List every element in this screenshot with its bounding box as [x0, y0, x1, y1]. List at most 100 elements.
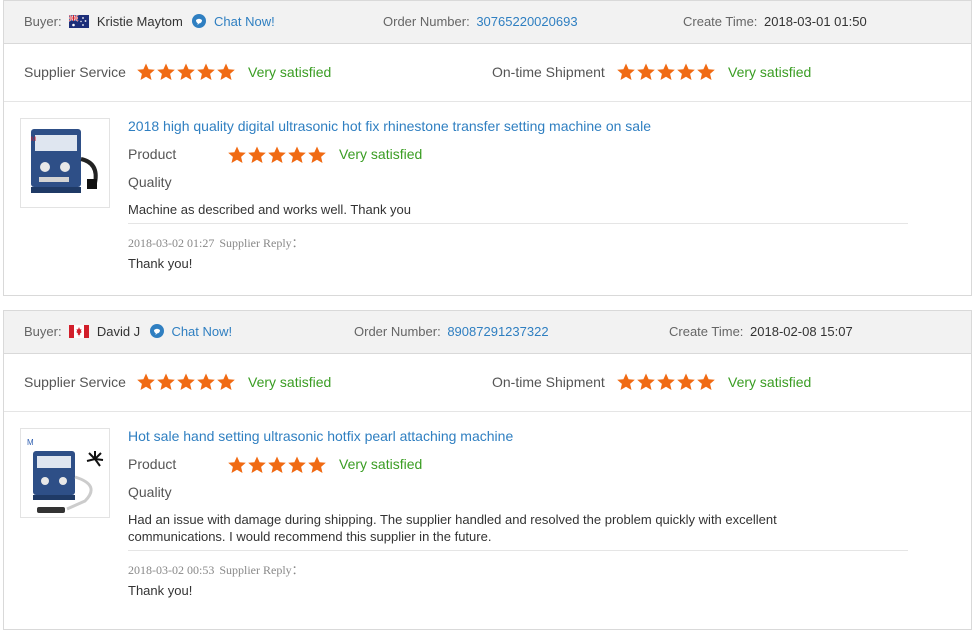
product-stars: [228, 456, 328, 474]
buyer-info: Buyer: Kristie Maytom Chat Now!: [24, 1, 275, 43]
star-icon: [288, 456, 306, 473]
supplier-reply-label: Supplier Reply：: [219, 563, 304, 577]
star-icon: [137, 373, 155, 390]
star-icon: [177, 373, 195, 390]
review-card: Buyer: Kristie Maytom Chat Now! Order Nu…: [3, 0, 972, 296]
star-icon: [657, 63, 675, 80]
on-time-shipment-stars: [617, 373, 717, 391]
star-icon: [248, 146, 266, 163]
star-icon: [217, 373, 235, 390]
buyer-label: Buyer:: [24, 14, 62, 29]
canada-flag-icon: [69, 325, 90, 338]
star-icon: [308, 456, 326, 473]
product-title-link[interactable]: 2018 high quality digital ultrasonic hot…: [128, 118, 651, 134]
quality-label: Quality: [128, 484, 172, 500]
star-icon: [637, 373, 655, 390]
star-icon: [248, 456, 266, 473]
product-label: Product: [128, 146, 177, 162]
star-icon: [137, 63, 155, 80]
chat-icon[interactable]: [149, 324, 164, 338]
supplier-reply-text: Thank you!: [128, 256, 193, 271]
seller-ratings-row: Supplier Service Very satisfied On-time …: [4, 43, 971, 102]
product-label: Product: [128, 456, 177, 472]
buyer-name: David J: [96, 324, 141, 339]
chat-now-link[interactable]: Chat Now!: [214, 14, 275, 29]
create-time-info: Create Time: 2018-02-08 15:07: [669, 311, 853, 353]
star-icon: [617, 63, 635, 80]
product-thumbnail[interactable]: M: [20, 428, 110, 518]
star-icon: [697, 63, 715, 80]
on-time-shipment-rating: Very satisfied: [728, 64, 812, 80]
star-icon: [677, 373, 695, 390]
product-stars: [228, 146, 328, 164]
hand-setting-machine-image: M: [27, 438, 104, 513]
ultrasonic-machine-image: M: [31, 129, 98, 193]
order-info: Order Number: 30765220020693: [383, 1, 578, 43]
star-icon: [268, 146, 286, 163]
buyer-name: Kristie Maytom: [96, 14, 183, 29]
order-number-link[interactable]: 89087291237322: [447, 324, 548, 339]
create-time-value: 2018-02-08 15:07: [750, 324, 853, 339]
star-icon: [228, 146, 246, 163]
supplier-reply-meta: 2018-03-02 01:27 Supplier Reply：: [128, 234, 304, 251]
order-info: Order Number: 89087291237322: [354, 311, 549, 353]
supplier-service-label: Supplier Service: [24, 374, 126, 390]
star-icon: [268, 456, 286, 473]
star-icon: [197, 373, 215, 390]
supplier-service-rating: Very satisfied: [248, 374, 332, 390]
chat-now-link[interactable]: Chat Now!: [171, 324, 232, 339]
order-number-label: Order Number:: [383, 14, 470, 29]
chat-icon[interactable]: [192, 14, 207, 28]
create-time-info: Create Time: 2018-03-01 01:50: [683, 1, 867, 43]
star-icon: [617, 373, 635, 390]
order-number-label: Order Number:: [354, 324, 441, 339]
create-time-label: Create Time:: [669, 324, 744, 339]
product-thumbnail[interactable]: M: [20, 118, 110, 208]
star-icon: [228, 456, 246, 473]
supplier-service-stars: [137, 373, 237, 391]
svg-text:M: M: [27, 438, 34, 447]
star-icon: [177, 63, 195, 80]
product-rating: Very satisfied: [339, 146, 423, 162]
on-time-shipment-label: On-time Shipment: [492, 374, 605, 390]
divider: [128, 550, 908, 551]
buyer-comment: Had an issue with damage during shipping…: [128, 512, 777, 544]
star-icon: [697, 373, 715, 390]
supplier-reply-meta: 2018-03-02 00:53 Supplier Reply：: [128, 561, 304, 578]
star-icon: [217, 63, 235, 80]
on-time-shipment-label: On-time Shipment: [492, 64, 605, 80]
on-time-shipment-stars: [617, 63, 717, 81]
star-icon: [637, 63, 655, 80]
star-icon: [308, 146, 326, 163]
buyer-info: Buyer: David J Chat Now!: [24, 311, 232, 353]
star-icon: [677, 63, 695, 80]
on-time-shipment-rating: Very satisfied: [728, 374, 812, 390]
buyer-label: Buyer:: [24, 324, 62, 339]
order-number-link[interactable]: 30765220020693: [476, 14, 577, 29]
star-icon: [157, 63, 175, 80]
supplier-service-rating: Very satisfied: [248, 64, 332, 80]
review-card: Buyer: David J Chat Now! Order Number: 8…: [3, 310, 972, 630]
seller-ratings-row: Supplier Service Very satisfied On-time …: [4, 353, 971, 412]
reply-time: 2018-03-02 01:27: [128, 236, 215, 250]
divider: [128, 223, 908, 224]
supplier-reply-text: Thank you!: [128, 583, 193, 598]
buyer-comment: Machine as described and works well. Tha…: [128, 202, 412, 217]
product-rating: Very satisfied: [339, 456, 423, 472]
star-icon: [157, 373, 175, 390]
create-time-label: Create Time:: [683, 14, 758, 29]
star-icon: [197, 63, 215, 80]
supplier-reply-label: Supplier Reply：: [219, 236, 304, 250]
reply-time: 2018-03-02 00:53: [128, 563, 215, 577]
australia-flag-icon: [69, 15, 90, 28]
svg-text:M: M: [31, 137, 36, 143]
create-time-value: 2018-03-01 01:50: [764, 14, 867, 29]
review-header: Buyer: David J Chat Now! Order Number: 8…: [4, 311, 971, 354]
quality-label: Quality: [128, 174, 172, 190]
star-icon: [288, 146, 306, 163]
star-icon: [657, 373, 675, 390]
supplier-service-stars: [137, 63, 237, 81]
supplier-service-label: Supplier Service: [24, 64, 126, 80]
product-title-link[interactable]: Hot sale hand setting ultrasonic hotfix …: [128, 428, 513, 444]
review-header: Buyer: Kristie Maytom Chat Now! Order Nu…: [4, 1, 971, 44]
